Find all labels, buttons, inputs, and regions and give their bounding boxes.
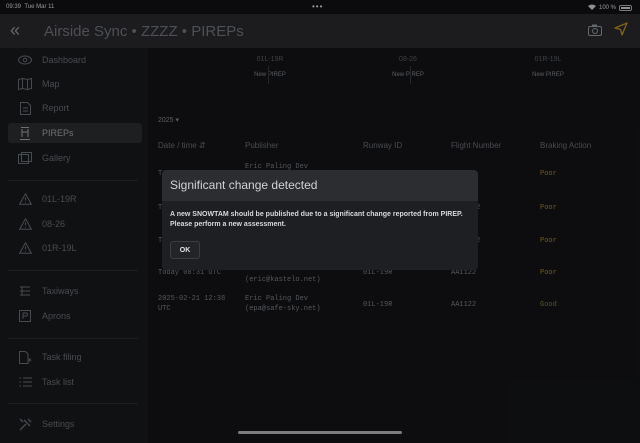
dialog-body: A new SNOWTAM should be published due to…: [162, 201, 478, 270]
dialog-title: Significant change detected: [170, 178, 318, 192]
significant-change-dialog: Significant change detected A new SNOWTA…: [162, 170, 478, 270]
ok-button[interactable]: OK: [170, 241, 200, 259]
dialog-message: A new SNOWTAM should be published due to…: [170, 211, 463, 228]
home-indicator[interactable]: [238, 431, 402, 434]
